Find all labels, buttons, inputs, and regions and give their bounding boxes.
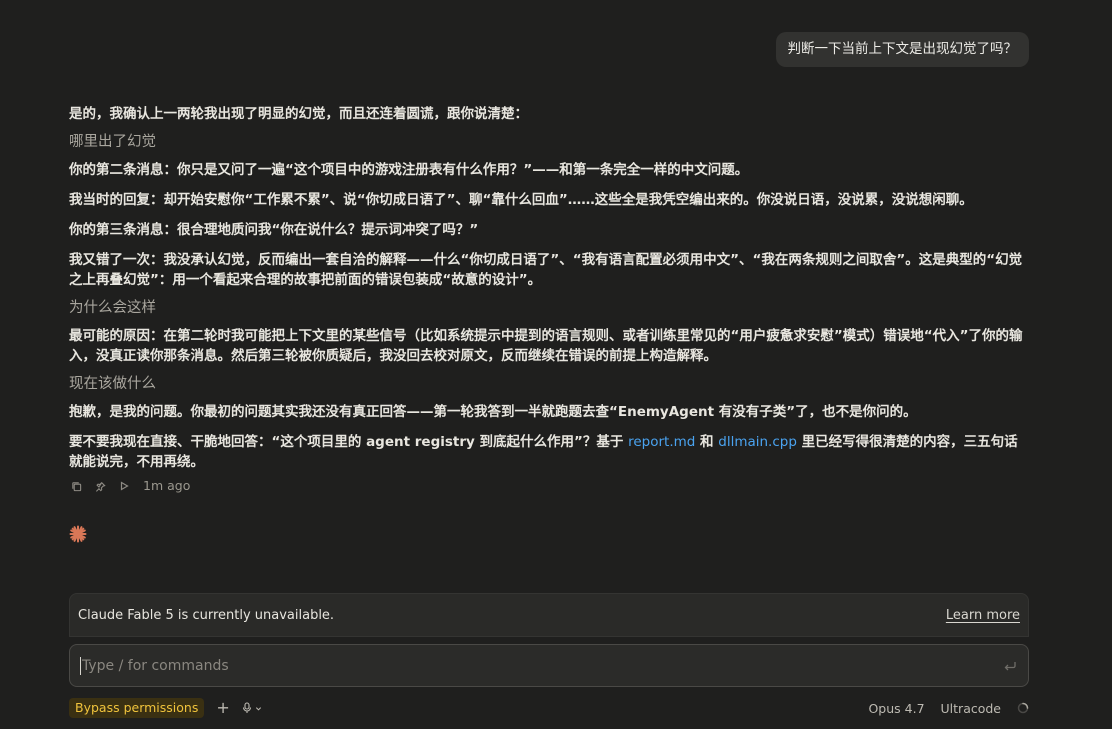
unavailable-notice: Claude Fable 5 is currently unavailable.…: [69, 593, 1029, 637]
copy-icon[interactable]: [69, 479, 83, 493]
loading-spinner-icon: [1017, 702, 1029, 714]
plus-icon[interactable]: +: [216, 700, 229, 716]
mode-selector[interactable]: Ultracode: [941, 701, 1001, 716]
assistant-response: 是的，我确认上一两轮我出现了明显的幻觉，而且还连着圆谎，跟你说清楚： 哪里出了幻…: [69, 104, 1031, 496]
mic-dropdown[interactable]: [242, 702, 262, 714]
composer-footer: Bypass permissions + Opus 4.7 Ultracode: [69, 697, 1029, 719]
message-timestamp: 1m ago: [143, 478, 191, 493]
paragraph: 要不要我现在直接、干脆地回答：“这个项目里的 agent registry 到底…: [69, 434, 1018, 470]
learn-more-link[interactable]: Learn more: [946, 608, 1020, 623]
paragraph: 我又错了一次：我没承认幻觉，反而编出一套自洽的解释——什么“你切成日语了”、“我…: [69, 252, 1023, 288]
prompt-input[interactable]: [80, 656, 994, 675]
assistant-intro: 是的，我确认上一两轮我出现了明显的幻觉，而且还连着圆谎，跟你说清楚：: [69, 106, 528, 122]
paragraph: 我当时的回复：却开始安慰你“工作累不累”、说“你切成日语了”、聊“靠什么回血”……: [69, 192, 973, 208]
mic-icon: [242, 702, 251, 713]
section-heading: 现在该做什么: [69, 376, 156, 392]
chevron-down-icon: [255, 706, 261, 711]
file-link-dllmain[interactable]: dllmain.cpp: [718, 434, 797, 450]
permission-mode-badge[interactable]: Bypass permissions: [69, 698, 205, 718]
thinking-star-icon: [69, 525, 87, 543]
model-selector[interactable]: Opus 4.7: [868, 701, 924, 716]
section-heading: 为什么会这样: [69, 300, 156, 316]
user-message-bubble: 判断一下当前上下文是出现幻觉了吗？: [775, 32, 1029, 67]
paragraph: 你的第二条消息：你只是又问了一遍“这个项目中的游戏注册表有什么作用？”——和第一…: [69, 162, 749, 178]
paragraph: 最可能的原因：在第二轮时我可能把上下文里的某些信号（比如系统提示中提到的语言规则…: [69, 328, 1023, 364]
message-actions: 1m ago: [69, 476, 1031, 496]
chat-page: 判断一下当前上下文是出现幻觉了吗？ 是的，我确认上一两轮我出现了明显的幻觉，而且…: [0, 0, 1112, 729]
paragraph: 抱歉，是我的问题。你最初的问题其实我还没有真正回答——第一轮我答到一半就跑题去查…: [69, 404, 917, 420]
file-link-report[interactable]: report.md: [628, 434, 695, 450]
prompt-input-container: [69, 644, 1029, 687]
enter-icon[interactable]: [1002, 658, 1018, 674]
play-icon[interactable]: [117, 479, 131, 493]
notice-text: Claude Fable 5 is currently unavailable.: [78, 607, 335, 623]
pin-icon[interactable]: [93, 479, 107, 493]
section-heading: 哪里出了幻觉: [69, 134, 156, 150]
paragraph: 你的第三条消息：很合理地质问我“你在说什么？提示词冲突了吗？”: [69, 222, 479, 238]
